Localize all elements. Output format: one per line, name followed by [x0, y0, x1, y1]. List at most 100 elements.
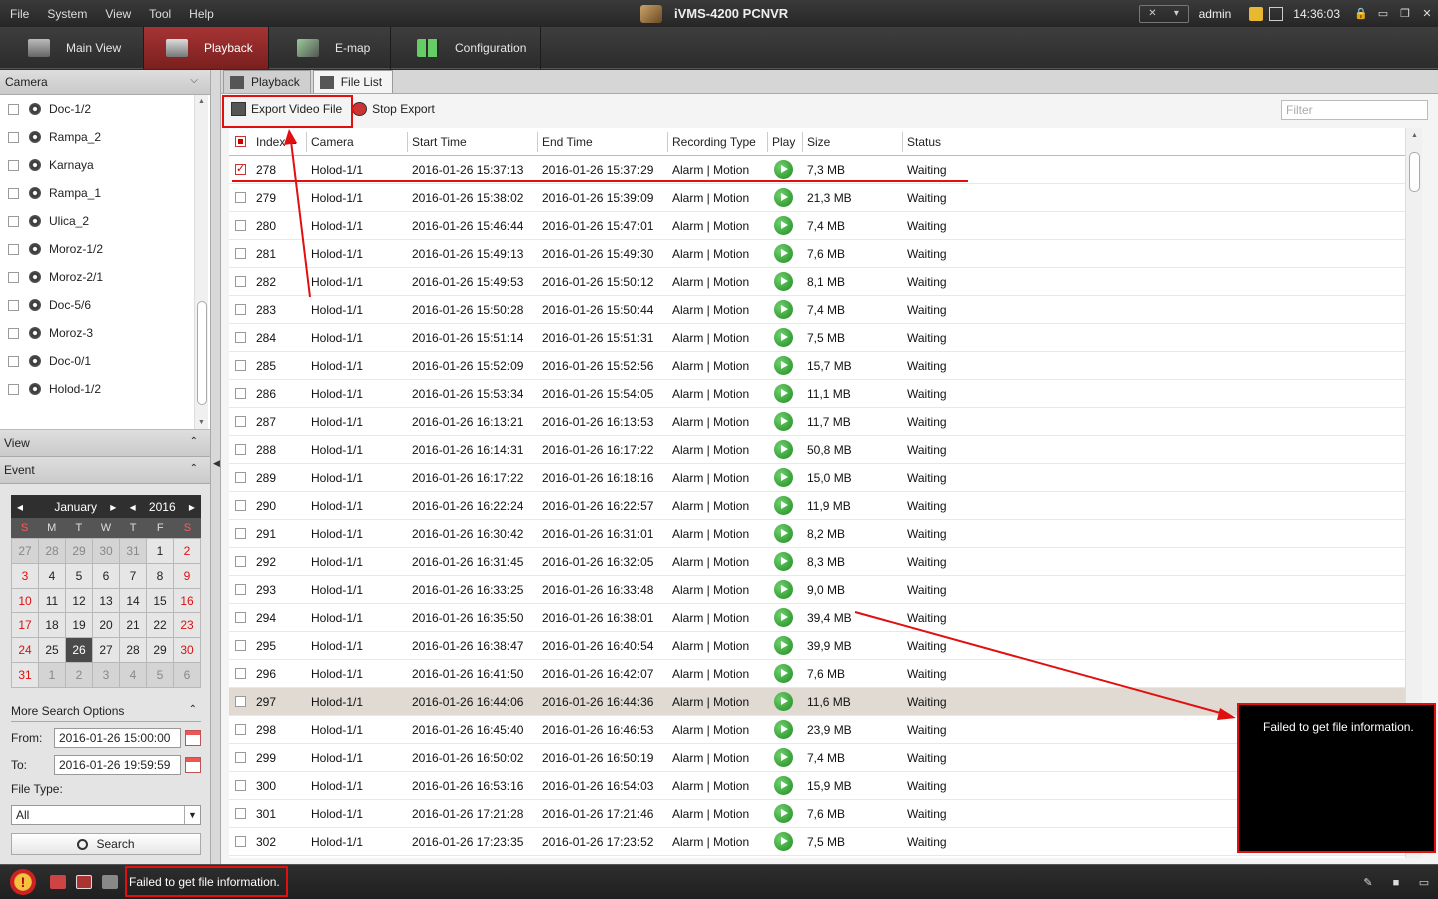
play-icon[interactable] — [774, 188, 793, 207]
row-checkbox[interactable] — [235, 248, 246, 259]
calendar-day[interactable]: 1 — [39, 662, 65, 687]
calendar-day[interactable]: 11 — [39, 588, 65, 613]
event-icon[interactable] — [76, 875, 92, 889]
select-all-checkbox[interactable] — [235, 136, 246, 147]
calendar-day[interactable]: 30 — [93, 539, 119, 563]
stop-export-button[interactable]: Stop Export — [352, 102, 435, 116]
calendar-day[interactable]: 31 — [120, 539, 146, 563]
play-icon[interactable] — [774, 664, 793, 683]
camera-checkbox[interactable] — [8, 383, 19, 395]
row-checkbox[interactable] — [235, 276, 246, 287]
calendar-day[interactable]: 4 — [120, 662, 146, 687]
row-checkbox[interactable] — [235, 780, 246, 791]
row-checkbox[interactable] — [235, 528, 246, 539]
layout-switch[interactable]: ✕ ▾ — [1138, 4, 1189, 23]
calendar-day[interactable]: 12 — [66, 588, 92, 613]
column-status[interactable]: Status — [903, 132, 1023, 152]
scroll-thumb[interactable] — [197, 301, 207, 405]
calendar-day[interactable]: 7 — [120, 563, 146, 588]
camera-item[interactable]: Rampa_1 — [0, 179, 210, 207]
lock-icon[interactable]: 🔒 — [1350, 7, 1372, 20]
column-end-time[interactable]: End Time — [538, 131, 668, 152]
calendar-day[interactable]: 6 — [93, 563, 119, 588]
tab-playback-view[interactable]: Playback — [223, 70, 311, 93]
play-icon[interactable] — [774, 580, 793, 599]
prev-month-icon[interactable]: ◂ — [17, 500, 23, 514]
collapse-left-icon[interactable]: ◀ — [213, 458, 220, 469]
calendar-day[interactable]: 8 — [147, 563, 173, 588]
camera-item[interactable]: Doc-5/6 — [0, 291, 210, 319]
calendar-day[interactable]: 27 — [93, 638, 119, 662]
table-row[interactable]: 282 Holod-1/1 2016-01-26 15:49:53 2016-01-2… — [229, 268, 1422, 296]
minimize-icon[interactable]: ▭ — [1372, 7, 1394, 20]
row-checkbox[interactable] — [235, 696, 246, 707]
table-row[interactable]: 296 Holod-1/1 2016-01-26 16:41:50 2016-01-2… — [229, 660, 1422, 688]
row-checkbox[interactable] — [235, 472, 246, 483]
table-row[interactable]: 287 Holod-1/1 2016-01-26 16:13:21 2016-01-2… — [229, 408, 1422, 436]
column-start-time[interactable]: Start Time — [408, 131, 538, 152]
tab-emap[interactable]: E-map — [269, 27, 391, 69]
row-checkbox[interactable] — [235, 388, 246, 399]
table-row[interactable]: 285 Holod-1/1 2016-01-26 15:52:09 2016-01-2… — [229, 352, 1422, 380]
menu-view[interactable]: View — [96, 7, 140, 21]
alarm-icon[interactable] — [50, 875, 66, 889]
play-icon[interactable] — [774, 300, 793, 319]
scroll-thumb[interactable] — [1409, 152, 1420, 192]
scroll-up-icon[interactable]: ▲ — [1411, 132, 1418, 139]
table-row[interactable]: 291 Holod-1/1 2016-01-26 16:30:42 2016-01-2… — [229, 520, 1422, 548]
play-icon[interactable] — [774, 804, 793, 823]
menu-file[interactable]: File — [0, 7, 38, 21]
camera-checkbox[interactable] — [8, 159, 19, 171]
row-checkbox[interactable] — [235, 360, 246, 371]
camera-checkbox[interactable] — [8, 103, 19, 115]
table-row[interactable]: 278 Holod-1/1 2016-01-26 15:37:13 2016-01-2… — [229, 156, 1422, 184]
camera-item[interactable]: Doc-0/1 — [0, 347, 210, 375]
play-icon[interactable] — [774, 216, 793, 235]
tab-main-view[interactable]: Main View — [0, 27, 144, 69]
camera-item[interactable]: Moroz-1/2 — [0, 235, 210, 263]
play-icon[interactable] — [774, 608, 793, 627]
play-icon[interactable] — [774, 496, 793, 515]
calendar-day[interactable]: 10 — [12, 588, 38, 613]
row-checkbox[interactable] — [235, 584, 246, 595]
column-size[interactable]: Size — [803, 131, 903, 152]
camera-item[interactable]: Rampa_2 — [0, 123, 210, 151]
calendar-day[interactable]: 2 — [174, 539, 200, 563]
calendar-day[interactable]: 22 — [147, 613, 173, 638]
play-icon[interactable] — [774, 832, 793, 851]
calendar-day[interactable]: 18 — [39, 613, 65, 638]
event-section-header[interactable]: Event ⌃ — [0, 457, 210, 484]
camera-list-scrollbar[interactable]: ▲ ▼ — [194, 95, 208, 429]
calendar-day[interactable]: 16 — [174, 588, 200, 613]
warning-icon[interactable]: ! — [10, 869, 36, 895]
play-icon[interactable] — [774, 552, 793, 571]
menu-help[interactable]: Help — [180, 7, 223, 21]
calendar-day[interactable]: 5 — [66, 563, 92, 588]
calendar-day[interactable]: 21 — [120, 613, 146, 638]
next-year-icon[interactable]: ▸ — [189, 500, 195, 514]
camera-section-header[interactable]: Camera ⌵ — [0, 70, 210, 95]
calendar-day-selected[interactable]: 26 — [66, 638, 92, 662]
play-icon[interactable] — [774, 440, 793, 459]
camera-checkbox[interactable] — [8, 243, 19, 255]
calendar-day[interactable]: 1 — [147, 539, 173, 563]
pin-icon[interactable]: ✎ — [1354, 876, 1382, 889]
play-icon[interactable] — [774, 748, 793, 767]
export-video-file-button[interactable]: Export Video File — [231, 102, 342, 116]
column-index[interactable]: Index ▲ — [229, 131, 307, 152]
tab-playback[interactable]: Playback — [144, 27, 269, 69]
play-icon[interactable] — [774, 356, 793, 375]
play-icon[interactable] — [774, 384, 793, 403]
camera-checkbox[interactable] — [8, 271, 19, 283]
camera-checkbox[interactable] — [8, 187, 19, 199]
table-row[interactable]: 290 Holod-1/1 2016-01-26 16:22:24 2016-01-2… — [229, 492, 1422, 520]
file-type-select[interactable]: All ▼ — [11, 805, 201, 825]
column-recording-type[interactable]: Recording Type — [668, 131, 768, 152]
calendar-day[interactable]: 31 — [12, 662, 38, 687]
row-checkbox[interactable] — [235, 752, 246, 763]
table-row[interactable]: 284 Holod-1/1 2016-01-26 15:51:14 2016-01-2… — [229, 324, 1422, 352]
tab-file-list[interactable]: File List — [312, 70, 394, 93]
table-row[interactable]: 281 Holod-1/1 2016-01-26 15:49:13 2016-01-2… — [229, 240, 1422, 268]
calendar-day[interactable]: 3 — [12, 563, 38, 588]
network-icon[interactable] — [1269, 6, 1284, 21]
